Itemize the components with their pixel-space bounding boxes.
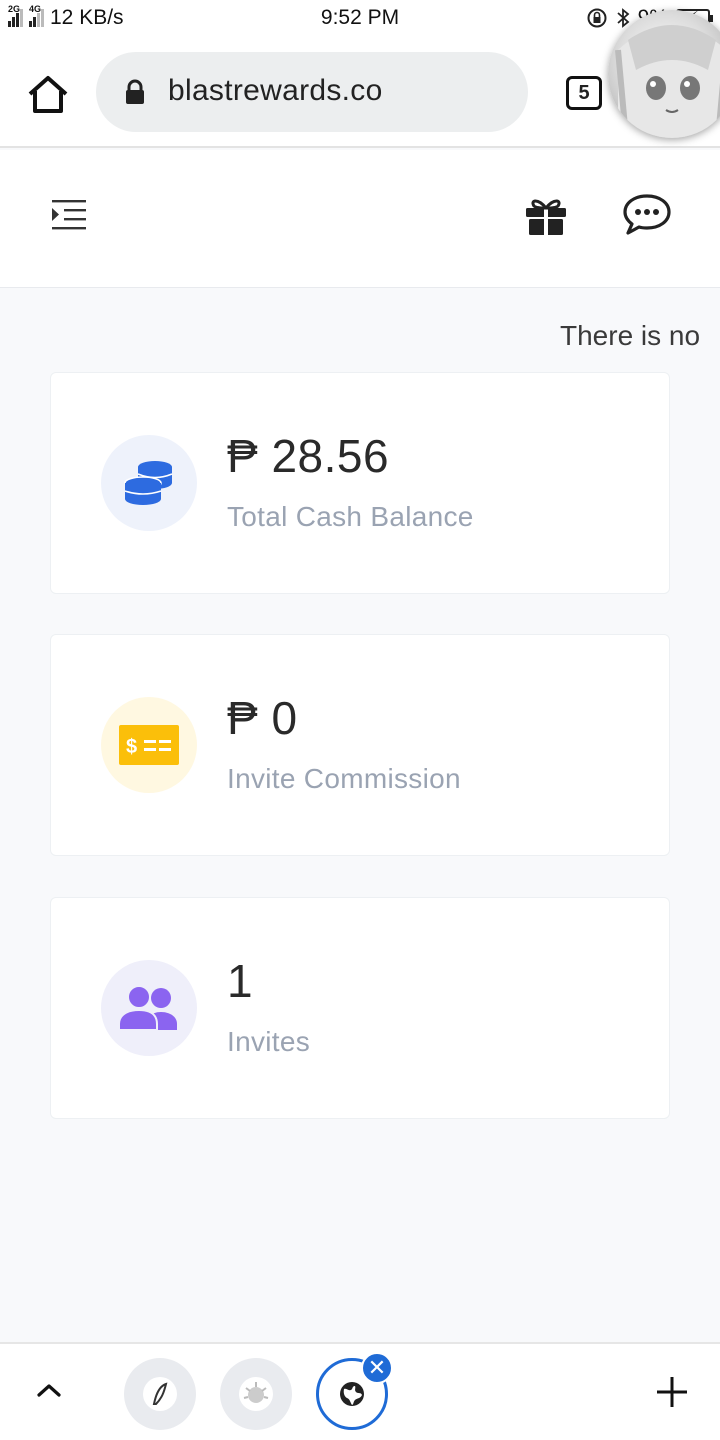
rotation-lock-icon — [587, 8, 607, 28]
url-text: blastrewards.co — [168, 74, 383, 107]
invite-commission-card: $ ₱ 0 Invite Commission — [50, 634, 670, 856]
status-bar: 2G 4G 12 KB/s 9:52 PM 9% ⚡ — [0, 0, 720, 38]
total-cash-value: ₱ 28.56 — [227, 430, 390, 482]
invite-commission-value: ₱ 0 — [227, 692, 298, 744]
burst-icon — [239, 1377, 273, 1411]
feather-icon — [143, 1377, 177, 1411]
invite-commission-label: Invite Commission — [227, 763, 461, 794]
svg-text:$: $ — [126, 736, 137, 758]
browser-bottom-bar — [0, 1342, 720, 1440]
coins-icon-circle — [101, 435, 197, 531]
money-bill-icon: $ — [119, 725, 179, 765]
globe-icon — [340, 1382, 364, 1406]
coins-icon — [124, 461, 173, 505]
invites-value: 1 — [227, 955, 254, 1007]
tab-thumbnail-2[interactable] — [220, 1358, 292, 1430]
tab-thumbnail-1[interactable] — [124, 1358, 196, 1430]
invites-card: 1 Invites — [50, 897, 670, 1119]
invites-label: Invites — [227, 1026, 311, 1057]
users-icon — [118, 985, 177, 1031]
total-cash-label: Total Cash Balance — [227, 501, 474, 532]
money-bill-icon-circle: $ — [101, 697, 197, 793]
new-tab-plus-icon[interactable] — [654, 1374, 690, 1410]
address-bar[interactable]: blastrewards.co — [96, 52, 528, 132]
site-header — [0, 150, 720, 288]
tab-switcher-button[interactable]: 5 — [566, 76, 602, 110]
announcement-marquee: There is no — [560, 320, 701, 351]
chevron-up-icon[interactable] — [34, 1380, 64, 1400]
bluetooth-icon — [617, 8, 630, 28]
close-tab-button[interactable]: ✕ — [361, 1352, 393, 1384]
home-icon[interactable] — [26, 74, 70, 114]
users-icon-circle — [101, 960, 197, 1056]
cash-balance-card: ₱ 28.56 Total Cash Balance — [50, 372, 670, 594]
gift-icon[interactable] — [524, 196, 568, 236]
menu-indent-icon[interactable] — [52, 198, 88, 232]
lock-icon — [126, 79, 144, 104]
chat-icon[interactable] — [622, 192, 672, 236]
